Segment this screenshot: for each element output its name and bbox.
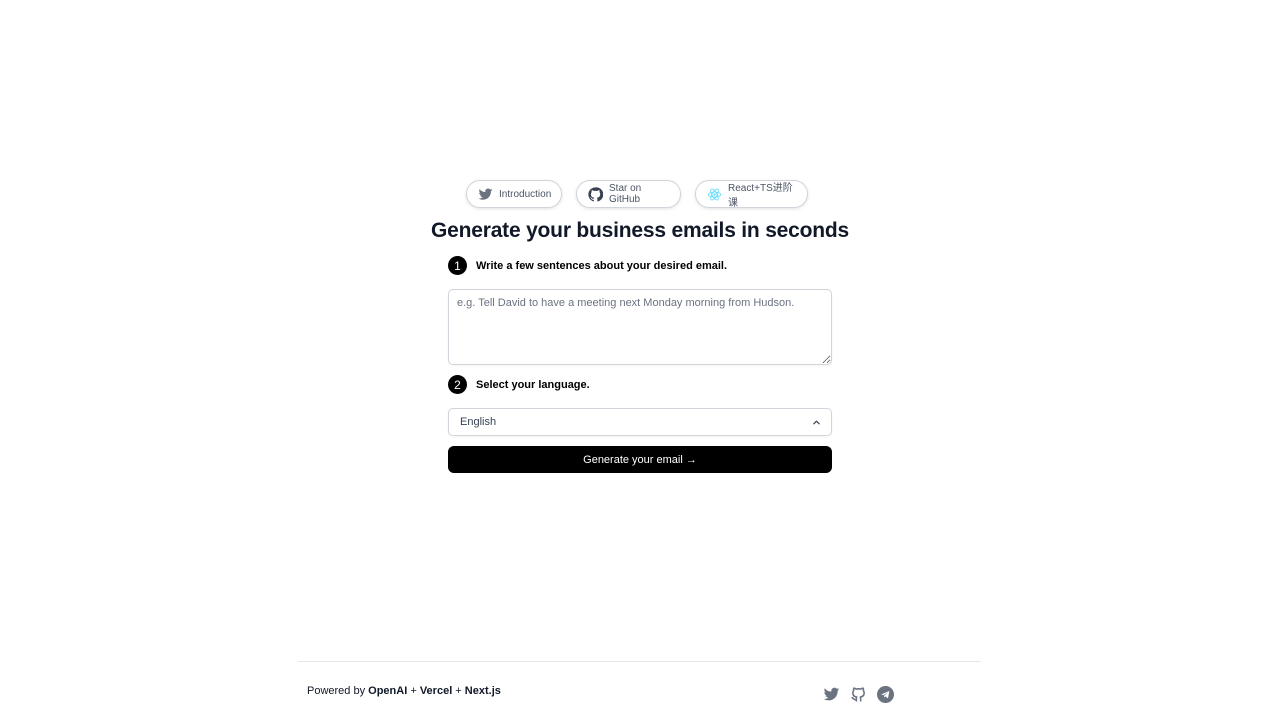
twitter-icon <box>823 687 840 701</box>
email-description-input[interactable] <box>448 289 832 365</box>
star-on-github-label: Star on GitHub <box>609 183 642 205</box>
page-title: Generate your business emails in seconds <box>431 219 849 242</box>
step-2-badge: 2 <box>448 375 467 394</box>
react-ts-course-link[interactable]: React+TS进阶课 <box>695 180 808 209</box>
language-select[interactable]: English <box>448 408 832 436</box>
react-ts-course-label: React+TS进阶课 <box>728 183 793 209</box>
twitter-icon <box>478 187 493 202</box>
introduction-link[interactable]: Introduction <box>466 180 562 208</box>
step-1: 1 Write a few sentences about your desir… <box>448 256 727 275</box>
nextjs-link[interactable]: Next.js <box>465 685 501 697</box>
powered-by-prefix: Powered by <box>307 685 369 697</box>
telegram-link[interactable] <box>877 686 894 703</box>
github-icon <box>588 186 603 202</box>
step-1-label: Write a few sentences about your desired… <box>476 259 728 272</box>
step-2: 2 Select your language. <box>448 375 590 394</box>
star-on-github-link[interactable]: Star on GitHub <box>576 180 681 208</box>
generate-email-button[interactable]: Generate your email → <box>448 446 832 473</box>
separator: + <box>452 685 465 697</box>
introduction-label: Introduction <box>499 188 552 200</box>
header-links: Introduction Star on GitHub React+TS进阶课 <box>0 180 1280 209</box>
telegram-icon <box>877 686 894 703</box>
step-1-badge: 1 <box>448 256 467 275</box>
openai-link[interactable]: OpenAI <box>368 685 407 697</box>
vercel-link[interactable]: Vercel <box>420 685 452 697</box>
react-icon <box>707 187 722 202</box>
footer-divider <box>298 661 981 662</box>
separator: + <box>407 685 420 697</box>
step-2-label: Select your language. <box>476 378 590 391</box>
chevron-up-icon <box>812 418 821 427</box>
language-selected-value: English <box>460 416 497 428</box>
twitter-link[interactable] <box>823 686 840 703</box>
powered-by: Powered by OpenAI + Vercel + Next.js <box>307 685 501 697</box>
github-link[interactable] <box>850 686 867 703</box>
social-links <box>823 686 894 703</box>
github-icon <box>851 687 865 702</box>
